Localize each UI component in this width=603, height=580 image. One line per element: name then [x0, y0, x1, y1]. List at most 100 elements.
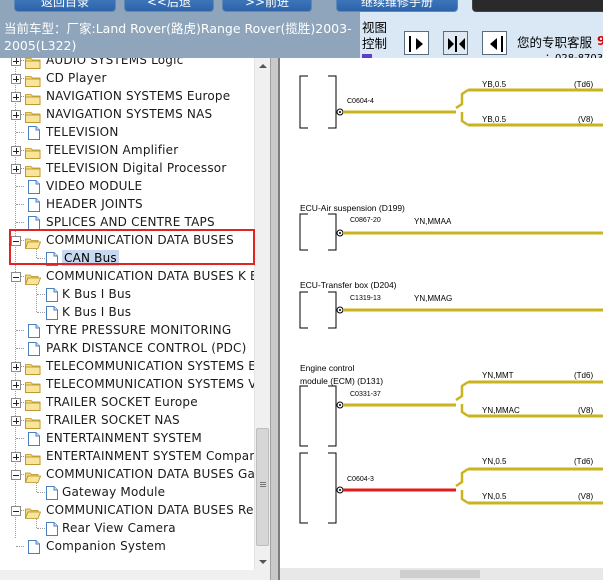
tree-connector-line: [37, 294, 45, 295]
tree-item[interactable]: TELECOMMUNICATION SYSTEMS Vo: [0, 375, 264, 393]
expand-plus-icon[interactable]: [11, 362, 21, 372]
tree-connector-line: [16, 546, 24, 547]
expand-plus-icon[interactable]: [11, 146, 21, 156]
tree-item[interactable]: HEADER JOINTS: [0, 195, 260, 213]
fit-page-button[interactable]: [443, 31, 468, 55]
tree-item[interactable]: TELEVISION: [0, 123, 260, 141]
tree-item[interactable]: K Bus I Bus: [0, 285, 260, 303]
tree-item[interactable]: COMMUNICATION DATA BUSES Gat: [0, 465, 260, 483]
folder-icon: [25, 108, 41, 123]
tree-item[interactable]: ENTERTAINMENT SYSTEM Companio: [0, 447, 268, 465]
panel-splitter[interactable]: [270, 58, 280, 580]
component-title: ECU-Air suspension (D199): [300, 203, 405, 213]
tree-item[interactable]: NAVIGATION SYSTEMS Europe: [0, 87, 260, 105]
tree-item[interactable]: TELEVISION Digital Processor: [0, 159, 260, 177]
document-icon: [46, 485, 58, 500]
folder-icon: [25, 58, 41, 69]
fit-width-button[interactable]: [404, 31, 429, 55]
back-button[interactable]: <<后退: [124, 0, 214, 12]
tree-item[interactable]: Rear View Camera: [0, 519, 260, 537]
component-outline: [299, 385, 337, 447]
connector-label: C0604-4: [347, 98, 374, 105]
wire-variant: (V8): [578, 492, 594, 501]
expand-plus-icon[interactable]: [11, 398, 21, 408]
tree-horizontal-scrollbar[interactable]: [0, 570, 270, 580]
tree-item[interactable]: ENTERTAINMENT SYSTEM: [0, 429, 260, 447]
scroll-down-arrow-icon: [259, 560, 267, 564]
top-toolbar: 返回目录 <<后退 >>前进 继续维修手册 当前车型：厂家:Land Rover…: [0, 0, 603, 58]
wire-code: YB,0.5: [482, 115, 507, 124]
phone-number-text: ：028-87038: [545, 49, 603, 58]
tree-item-label: TELECOMMUNICATION SYSTEMS Eu: [46, 359, 264, 373]
tree-item-label: Rear View Camera: [62, 521, 176, 535]
tree-item[interactable]: VIDEO MODULE: [0, 177, 260, 195]
wire-variant: (V8): [578, 406, 594, 415]
collapse-minus-icon[interactable]: [11, 506, 21, 516]
scroll-thumb[interactable]: [256, 428, 269, 546]
tree-item[interactable]: TELECOMMUNICATION SYSTEMS Eu: [0, 357, 264, 375]
tree-item-label: COMMUNICATION DATA BUSES Gat: [46, 467, 260, 481]
forward-button[interactable]: >>前进: [222, 0, 312, 12]
tree-item[interactable]: K Bus I Bus: [0, 303, 260, 321]
tree-item-label: K Bus I Bus: [62, 305, 132, 319]
tree-item[interactable]: AUDIO SYSTEMS Logic: [0, 58, 260, 69]
tree-item[interactable]: TYRE PRESSURE MONITORING: [0, 321, 260, 339]
tree-connector-line: [16, 186, 24, 187]
document-icon: [46, 305, 58, 320]
expand-plus-icon[interactable]: [11, 164, 21, 174]
folder-open-icon: [24, 468, 42, 483]
tree-item-label: CD Player: [46, 71, 107, 85]
continue-manual-button[interactable]: 继续维修手册: [336, 0, 458, 12]
document-icon: [28, 179, 40, 194]
tree-item[interactable]: TELEVISION Amplifier: [0, 141, 260, 159]
scroll-up-button[interactable]: [255, 58, 271, 74]
tree-item-label: TELEVISION Digital Processor: [46, 161, 227, 175]
expand-plus-icon[interactable]: [11, 92, 21, 102]
document-icon: [28, 323, 40, 338]
collapse-minus-icon[interactable]: [11, 272, 21, 282]
folder-icon: [25, 144, 41, 159]
tree-vertical-scrollbar[interactable]: [254, 58, 271, 570]
tree-item-label: AUDIO SYSTEMS Logic: [46, 58, 184, 67]
connector-label: C0867-20: [350, 217, 381, 224]
tree-item-label: Gateway Module: [62, 485, 166, 499]
expand-plus-icon[interactable]: [11, 380, 21, 390]
folder-icon: [25, 450, 41, 465]
arrow-left-icon: [490, 36, 503, 52]
diagram-scroll-thumb[interactable]: [400, 570, 480, 578]
tree-connector-line: [37, 528, 45, 529]
tree-item-label: TELECOMMUNICATION SYSTEMS Vo: [46, 377, 264, 391]
tree-item[interactable]: COMMUNICATION DATA BUSES Rea: [0, 501, 262, 519]
wire-code: YN,MMT: [482, 371, 514, 380]
tree-item[interactable]: PARK DISTANCE CONTROL (PDC): [0, 339, 260, 357]
tree-item[interactable]: NAVIGATION SYSTEMS NAS: [0, 105, 260, 123]
document-icon: [28, 341, 40, 356]
tree-item[interactable]: Companion System: [0, 537, 260, 555]
collapse-minus-icon[interactable]: [11, 470, 21, 480]
tree-item[interactable]: TRAILER SOCKET Europe: [0, 393, 260, 411]
expand-plus-icon[interactable]: [11, 452, 21, 462]
back-to-catalog-button[interactable]: 返回目录: [14, 0, 116, 12]
component-outline: [299, 452, 337, 524]
diagram-horizontal-scrollbar[interactable]: [280, 568, 603, 580]
expand-plus-icon[interactable]: [11, 58, 21, 66]
connector-pin-dot: [339, 404, 341, 406]
toolbar-extra-button[interactable]: [472, 0, 603, 12]
shrink-button[interactable]: [482, 31, 507, 55]
expand-plus-icon[interactable]: [11, 416, 21, 426]
tree-item-label: COMMUNICATION DATA BUSES Rea: [46, 503, 262, 517]
expand-plus-icon[interactable]: [11, 110, 21, 120]
folder-open-icon: [24, 270, 42, 285]
tree-connector-line: [37, 492, 45, 493]
tree-item-label: VIDEO MODULE: [46, 179, 143, 193]
tree-item[interactable]: TRAILER SOCKET NAS: [0, 411, 260, 429]
tree-item[interactable]: COMMUNICATION DATA BUSES K B: [0, 267, 260, 285]
tree-item[interactable]: Gateway Module: [0, 483, 260, 501]
tree-item[interactable]: CD Player: [0, 69, 260, 87]
scroll-down-button[interactable]: [255, 554, 271, 570]
expand-plus-icon[interactable]: [11, 74, 21, 84]
component-title: Engine control: [300, 363, 355, 373]
tree-item-label: Companion System: [46, 539, 167, 553]
selection-highlight-box: [9, 229, 255, 265]
folder-icon: [25, 378, 41, 393]
